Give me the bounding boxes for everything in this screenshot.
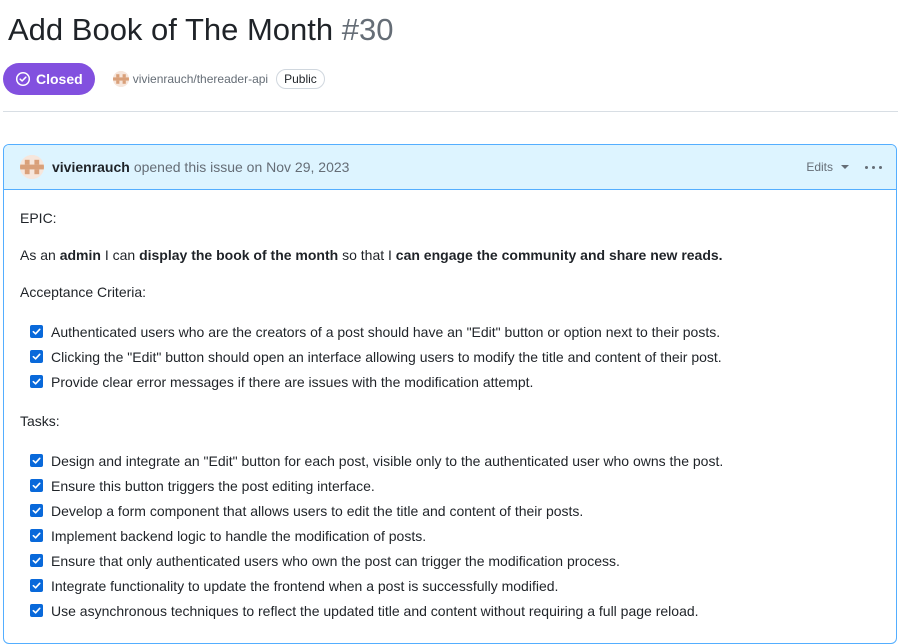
checkbox-checked[interactable] — [30, 579, 43, 592]
tasks-heading: Tasks: — [20, 413, 60, 429]
task-text: Integrate functionality to update the fr… — [51, 577, 559, 594]
checkbox-checked[interactable] — [30, 375, 43, 388]
task-text: Provide clear error messages if there ar… — [51, 373, 534, 390]
edits-label: Edits — [806, 160, 833, 174]
acceptance-heading: Acceptance Criteria: — [20, 284, 147, 300]
task-text: Use asynchronous techniques to reflect t… — [51, 602, 699, 619]
task-list-item: Develop a form component that allows use… — [30, 498, 880, 523]
acceptance-criteria-list: Authenticated users who are the creators… — [20, 319, 880, 394]
issue-title-row: Add Book of The Month #30 — [8, 10, 394, 50]
task-list-item: Ensure that only authenticated users who… — [30, 548, 880, 573]
issue-comment: vivienrauch opened this issue on Nov 29,… — [3, 144, 897, 644]
user-story: As an admin I can display the book of th… — [20, 247, 723, 263]
issue-number: #30 — [341, 12, 394, 47]
task-list-item: Design and integrate an "Edit" button fo… — [30, 448, 880, 473]
checkbox-checked[interactable] — [30, 604, 43, 617]
task-text: Implement backend logic to handle the mo… — [51, 527, 427, 544]
tasks-list: Design and integrate an "Edit" button fo… — [20, 448, 880, 623]
task-text: Design and integrate an "Edit" button fo… — [51, 452, 724, 469]
task-list-item: Provide clear error messages if there ar… — [30, 369, 880, 394]
checkbox-checked[interactable] — [30, 454, 43, 467]
task-text: Develop a form component that allows use… — [51, 502, 584, 519]
repo-owner-avatar — [112, 71, 129, 87]
issue-title: Add Book of The Month — [8, 12, 334, 47]
task-list-item: Clicking the "Edit" button should open a… — [30, 344, 880, 369]
epic-label: EPIC: — [20, 210, 57, 226]
checkbox-checked[interactable] — [30, 504, 43, 517]
visibility-badge: Public — [276, 69, 325, 89]
state-label: Closed — [36, 71, 83, 87]
checkbox-checked[interactable] — [30, 325, 43, 338]
task-text: Authenticated users who are the creators… — [51, 323, 721, 340]
issue-meta: Closed vivienrauch/thereader-api Public — [3, 63, 325, 95]
task-text: Ensure this button triggers the post edi… — [51, 477, 375, 494]
closed-state-badge: Closed — [3, 63, 95, 95]
checkbox-checked[interactable] — [30, 529, 43, 542]
task-list-item: Authenticated users who are the creators… — [30, 319, 880, 344]
header-divider — [3, 111, 898, 112]
comment-author[interactable]: vivienrauch — [52, 159, 130, 175]
task-text: Clicking the "Edit" button should open a… — [51, 348, 722, 365]
repo-name[interactable]: vivienrauch/thereader-api — [133, 72, 268, 86]
repo-link[interactable]: vivienrauch/thereader-api — [112, 71, 268, 87]
task-list-item: Ensure this button triggers the post edi… — [30, 473, 880, 498]
checkbox-checked[interactable] — [30, 350, 43, 363]
task-text: Ensure that only authenticated users who… — [51, 552, 620, 569]
edits-dropdown[interactable]: Edits — [806, 160, 849, 174]
issue-closed-icon — [15, 71, 31, 87]
chevron-down-icon — [841, 165, 849, 169]
comment-header: vivienrauch opened this issue on Nov 29,… — [4, 145, 896, 190]
checkbox-checked[interactable] — [30, 479, 43, 492]
comment-action: opened this issue on Nov 29, 2023 — [133, 159, 350, 175]
checkbox-checked[interactable] — [30, 554, 43, 567]
comment-body: EPIC: As an admin I can display the book… — [4, 190, 896, 623]
task-list-item: Implement backend logic to handle the mo… — [30, 523, 880, 548]
task-list-item: Use asynchronous techniques to reflect t… — [30, 598, 880, 623]
kebab-horizontal-icon[interactable] — [863, 157, 884, 177]
task-list-item: Integrate functionality to update the fr… — [30, 573, 880, 598]
author-avatar[interactable] — [20, 155, 44, 179]
